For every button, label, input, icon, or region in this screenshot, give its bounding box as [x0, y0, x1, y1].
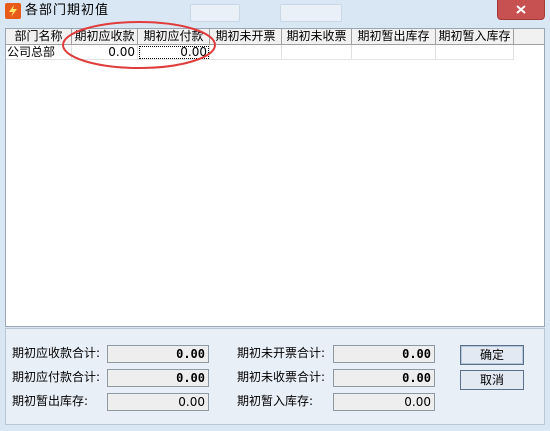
- ok-button[interactable]: 确定: [460, 345, 524, 365]
- receivable-cell[interactable]: 0.00: [72, 45, 138, 60]
- column-header[interactable]: 期初未收票: [282, 29, 352, 44]
- unreceived-invoice-cell[interactable]: [282, 45, 352, 60]
- app-icon: [5, 3, 21, 19]
- temp-in-stock-label: 期初暂入库存:: [237, 394, 314, 408]
- unreceived-total-field: 0.00: [333, 369, 435, 387]
- unbilled-total-field: 0.00: [333, 345, 435, 363]
- temp-in-cell[interactable]: [436, 45, 514, 60]
- table-row[interactable]: 公司总部 0.00 0.00: [6, 45, 544, 60]
- column-header[interactable]: 部门名称: [6, 29, 72, 44]
- close-icon: [516, 5, 526, 14]
- window-title: 各部门期初值: [25, 3, 110, 18]
- temp-out-stock-label: 期初暂出库存:: [12, 394, 89, 408]
- payable-total-label: 期初应付款合计:: [12, 370, 101, 384]
- temp-out-cell[interactable]: [352, 45, 436, 60]
- cancel-button[interactable]: 取消: [460, 370, 524, 390]
- grid-header: 部门名称 期初应收款 期初应付款 期初未开票 期初未收票 期初暂出库存 期初暂入…: [6, 29, 544, 45]
- column-header[interactable]: 期初应付款: [138, 29, 210, 44]
- column-header[interactable]: 期初应收款: [72, 29, 138, 44]
- column-header[interactable]: 期初未开票: [210, 29, 282, 44]
- summary-panel: 期初应收款合计: 0.00 期初应付款合计: 0.00 期初暂出库存: 0.00…: [5, 328, 545, 425]
- receivable-total-field: 0.00: [107, 345, 209, 363]
- dept-name-cell[interactable]: 公司总部: [6, 45, 72, 60]
- close-button[interactable]: [497, 0, 545, 20]
- unbilled-total-label: 期初未开票合计:: [237, 346, 326, 360]
- column-header[interactable]: 期初暂入库存: [436, 29, 514, 44]
- department-grid[interactable]: 部门名称 期初应收款 期初应付款 期初未开票 期初未收票 期初暂出库存 期初暂入…: [5, 28, 545, 327]
- title-bar: 各部门期初值: [0, 0, 550, 23]
- unreceived-total-label: 期初未收票合计:: [237, 370, 326, 384]
- background-window-button: [280, 4, 342, 22]
- temp-in-stock-field: 0.00: [333, 393, 435, 411]
- unbilled-cell[interactable]: [210, 45, 282, 60]
- column-header[interactable]: 期初暂出库存: [352, 29, 436, 44]
- temp-out-stock-field: 0.00: [107, 393, 209, 411]
- receivable-total-label: 期初应收款合计:: [12, 346, 101, 360]
- background-window-button: [190, 4, 240, 22]
- payable-cell[interactable]: 0.00: [138, 45, 210, 60]
- payable-total-field: 0.00: [107, 369, 209, 387]
